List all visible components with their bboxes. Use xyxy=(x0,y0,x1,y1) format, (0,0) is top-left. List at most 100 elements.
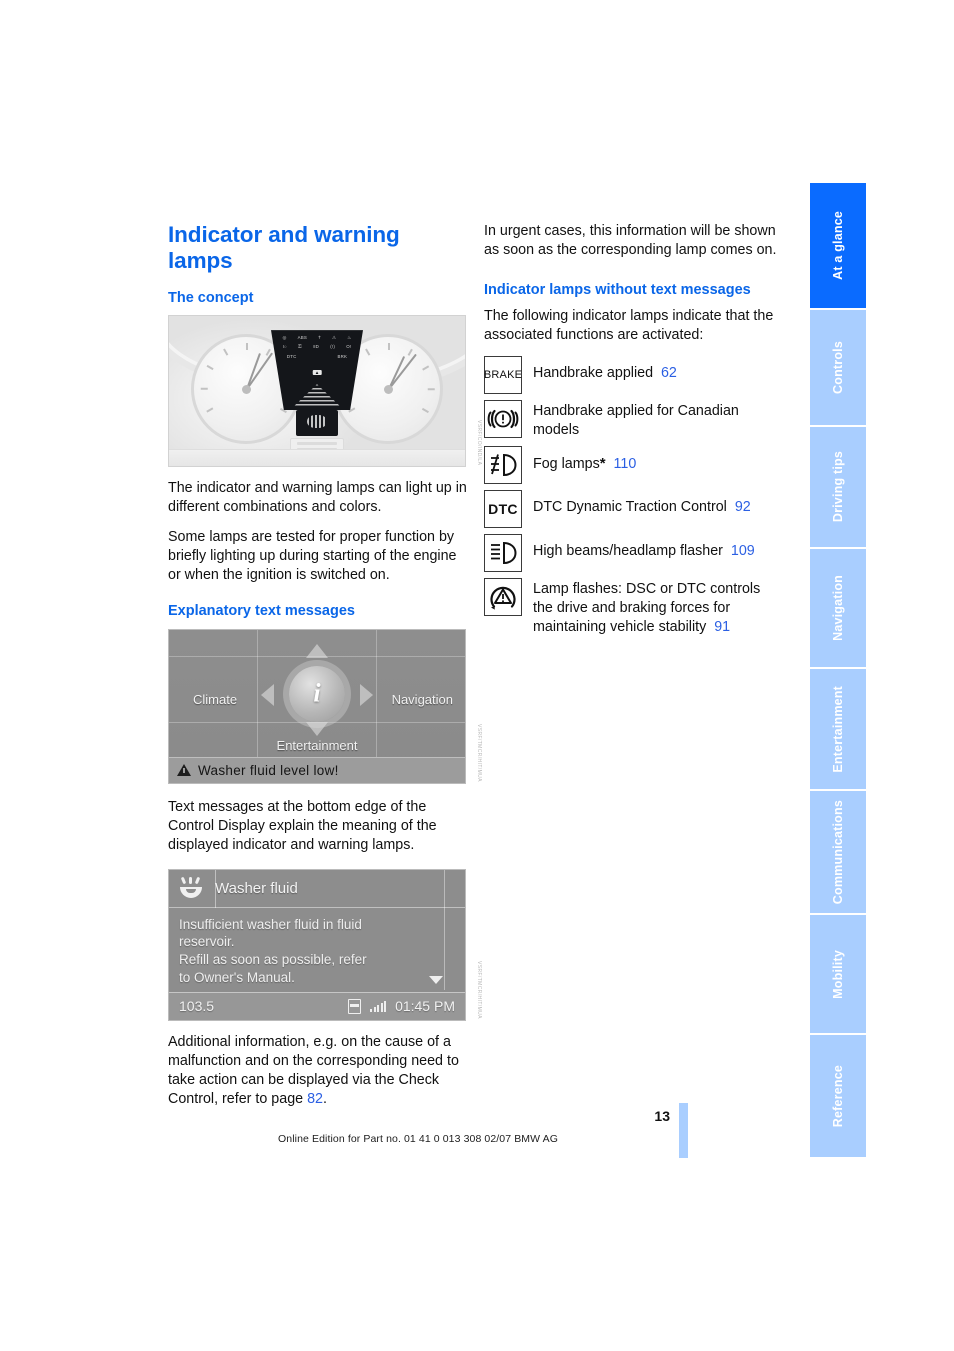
brake-icon-label: BRAKE xyxy=(483,369,523,382)
chevron-down-icon[interactable] xyxy=(429,975,443,984)
concept-paragraph-1: The indicator and warning lamps can ligh… xyxy=(168,480,467,516)
lamp-label: Handbrake applied for Canadian models xyxy=(533,400,784,440)
tab-label: Reference xyxy=(831,1064,845,1128)
washer-status-bar: 103.5 01:45 PM xyxy=(169,991,465,1020)
brake-warning-circle-icon xyxy=(484,400,522,439)
figure-code: VSRF/TMCR/HIT/MUA xyxy=(476,960,482,1019)
section-heading-concept: The concept xyxy=(168,289,254,306)
text-messages-paragraph-2: Additional information, e.g. on the caus… xyxy=(168,1033,468,1109)
lamp-label: Fog lamps* 110 xyxy=(533,446,636,474)
option-asterisk: * xyxy=(599,455,606,473)
lamp-page-ref[interactable]: 62 xyxy=(661,365,677,381)
tab-label: Communications xyxy=(831,799,845,905)
tab-communications[interactable]: Communications xyxy=(810,791,866,913)
signal-icon xyxy=(370,1000,387,1013)
lamp-row: Lamp flashes: DSC or DTC controls the dr… xyxy=(484,578,784,637)
left-column: Indicator and warning lamps The concept xyxy=(168,222,482,1109)
arrow-up-icon xyxy=(306,643,328,658)
idrive-label-navigation: Navigation xyxy=(391,691,453,707)
paragraph-2-post: . xyxy=(322,1090,327,1107)
fog-lamp-icon xyxy=(484,446,522,485)
lamp-text: Handbrake applied xyxy=(533,365,654,382)
washer-fluid-body: Insufficient washer fluid in fluid reser… xyxy=(169,908,465,987)
lamp-label: Lamp flashes: DSC or DTC controls the dr… xyxy=(533,578,784,637)
tab-entertainment[interactable]: Entertainment xyxy=(810,669,866,789)
footer-accent-bar xyxy=(679,1103,688,1158)
warning-triangle-icon xyxy=(177,764,191,777)
right-intro-paragraph: In urgent cases, this information will b… xyxy=(484,223,777,258)
washer-body-line-3: Refill as soon as possible, refer xyxy=(179,952,367,968)
cassette-icon xyxy=(348,998,362,1014)
central-indicator-panel: ◎ ABS ⍒ ⚠ ♨ I○ ⚿ ≡D (!) O! DTC BRK ▲ xyxy=(271,330,363,411)
figure-code: VSRF/TMCR/HIT/MUA xyxy=(476,723,482,782)
chapter-tabs: At a glance Controls Driving tips Naviga… xyxy=(810,183,866,1159)
washer-body-line-1: Insufficient washer fluid in fluid xyxy=(179,916,362,932)
arrow-down-icon xyxy=(306,721,328,736)
washer-fluid-image: Washer fluid Insufficient washer fluid i… xyxy=(168,868,466,1021)
text-messages-paragraph-1: Text messages at the bottom edge of the … xyxy=(168,798,437,853)
manual-page: Indicator and warning lamps The concept xyxy=(0,0,954,1351)
lamp-text: DTC Dynamic Traction Control xyxy=(533,499,727,516)
high-beam-icon xyxy=(484,534,522,573)
washer-fluid-header: Washer fluid xyxy=(169,870,465,908)
lamp-label: High beams/headlamp flasher 109 xyxy=(533,534,755,561)
lamp-row: Fog lamps* 110 xyxy=(484,446,784,485)
cluster-badge: ▲ xyxy=(312,370,322,376)
radio-station: 103.5 xyxy=(179,998,215,1015)
washer-fluid-icon xyxy=(177,876,205,899)
tab-label: Navigation xyxy=(831,575,845,641)
tab-label: Mobility xyxy=(831,949,845,999)
lamp-row: DTC DTC Dynamic Traction Control 92 xyxy=(484,490,784,529)
tab-reference[interactable]: Reference xyxy=(810,1035,866,1157)
tab-label: Entertainment xyxy=(831,685,845,773)
tab-controls[interactable]: Controls xyxy=(810,310,866,425)
road-graphic xyxy=(294,384,340,407)
page-title: Indicator and warning lamps xyxy=(168,222,400,273)
arrow-right-icon xyxy=(360,683,373,706)
lamp-page-ref[interactable]: 91 xyxy=(714,619,730,635)
indicator-lamp-list: BRAKE Handbrake applied 62 Handbrake app… xyxy=(484,356,784,637)
lamp-label: DTC Dynamic Traction Control 92 xyxy=(533,490,751,517)
dtc-icon-label: DTC xyxy=(488,501,518,518)
tab-label: Controls xyxy=(831,341,845,394)
tab-driving-tips[interactable]: Driving tips xyxy=(810,427,866,547)
info-icon: i xyxy=(289,665,345,722)
cluster-lower-display xyxy=(296,410,338,437)
idrive-menu-image: i Climate Navigation Entertainment Washe… xyxy=(168,628,466,784)
concept-paragraph-2: Some lamps are tested for proper functio… xyxy=(168,529,457,584)
lamp-row: High beams/headlamp flasher 109 xyxy=(484,534,784,573)
tab-mobility[interactable]: Mobility xyxy=(810,915,866,1033)
idrive-status-bar: Washer fluid level low! xyxy=(169,756,465,783)
clock-time: 01:45 PM xyxy=(395,998,455,1015)
lamp-text: Handbrake applied for Canadian models xyxy=(533,403,739,439)
tab-navigation[interactable]: Navigation xyxy=(810,549,866,667)
lamp-label: Handbrake applied 62 xyxy=(533,356,677,383)
lamp-page-ref[interactable]: 109 xyxy=(731,543,755,559)
idrive-status-message: Washer fluid level low! xyxy=(198,762,339,778)
tab-label: At a glance xyxy=(831,211,845,280)
figure-washer-fluid-screen: Washer fluid Insufficient washer fluid i… xyxy=(168,868,482,1021)
idrive-label-climate: Climate xyxy=(193,691,238,707)
page-number: 13 xyxy=(654,1108,670,1124)
washer-body-line-2: reservoir. xyxy=(179,934,235,950)
tab-label: Driving tips xyxy=(831,451,845,523)
figure-idrive-menu: i Climate Navigation Entertainment Washe… xyxy=(168,628,482,784)
cluster-base xyxy=(169,449,465,467)
right-column: In urgent cases, this information will b… xyxy=(484,222,784,643)
lamp-page-ref[interactable]: 92 xyxy=(735,499,751,515)
section-heading-lamps-without-text: Indicator lamps without text messages xyxy=(484,282,751,298)
brake-text-icon: BRAKE xyxy=(483,356,523,395)
arrow-left-icon xyxy=(261,683,274,706)
lamps-subtext: The following indicator lamps indicate t… xyxy=(484,308,774,344)
dtc-text-icon: DTC xyxy=(484,490,522,529)
section-heading-text-messages: Explanatory text messages xyxy=(168,603,355,620)
dsc-triangle-icon xyxy=(484,578,522,617)
tab-at-a-glance[interactable]: At a glance xyxy=(810,183,866,308)
lamp-page-ref[interactable]: 110 xyxy=(614,456,637,472)
washer-fluid-title: Washer fluid xyxy=(215,879,298,897)
lamp-text: High beams/headlamp flasher xyxy=(533,543,723,560)
footer-edition-line: Online Edition for Part no. 01 41 0 013 … xyxy=(278,1133,558,1145)
instrument-cluster-image: ◎ ABS ⍒ ⚠ ♨ I○ ⚿ ≡D (!) O! DTC BRK ▲ xyxy=(168,315,466,468)
lamp-row: BRAKE Handbrake applied 62 xyxy=(483,356,784,395)
page-reference-82[interactable]: 82 xyxy=(307,1091,323,1107)
